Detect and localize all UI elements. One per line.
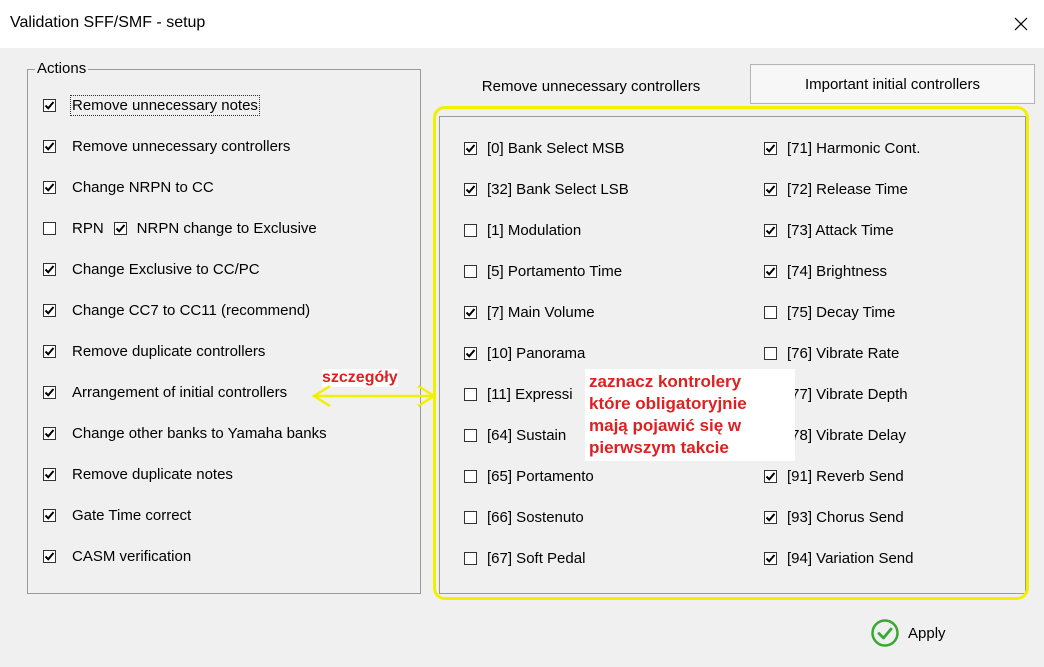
action-label[interactable]: CASM verification [72, 548, 191, 565]
apply-button[interactable]: Apply [870, 618, 946, 648]
action-checkbox[interactable] [43, 139, 56, 153]
checkmark-icon [44, 100, 55, 110]
action-option[interactable]: CASM verification [43, 545, 191, 567]
tab-label: Remove unnecessary controllers [481, 77, 701, 95]
action-label[interactable]: NRPN change to Exclusive [137, 220, 317, 237]
apply-label: Apply [908, 624, 946, 642]
checkmark-icon [44, 305, 55, 315]
action-checkbox[interactable] [43, 385, 56, 399]
action-checkbox[interactable] [43, 303, 56, 317]
action-option[interactable]: Remove duplicate notes [43, 463, 233, 485]
action-checkbox[interactable] [43, 467, 56, 481]
tab-label: Important initial controllers [804, 75, 981, 93]
checkmark-icon [44, 510, 55, 520]
action-option[interactable]: Change other banks to Yamaha banks [43, 422, 327, 444]
action-option[interactable]: RPN NRPN change to Exclusive [43, 217, 317, 239]
checkmark-icon [44, 551, 55, 561]
yellow-highlight-annotation [433, 106, 1029, 600]
actions-legend: Actions [35, 60, 89, 77]
window-title: Validation SFF/SMF - setup [10, 14, 206, 31]
checkmark-icon [44, 428, 55, 438]
action-checkbox[interactable] [43, 549, 56, 563]
note-line: zaznacz kontrolery [589, 372, 742, 391]
tab-remove-unnecessary-controllers[interactable]: Remove unnecessary controllers [432, 64, 750, 108]
action-label[interactable]: Gate Time correct [72, 507, 191, 524]
title-bar: Validation SFF/SMF - setup [0, 0, 1044, 48]
checkmark-icon [44, 469, 55, 479]
note-line: pierwszym takcie [589, 438, 729, 457]
action-option[interactable]: Remove duplicate controllers [43, 340, 265, 362]
checkmark-icon [44, 346, 55, 356]
checkmark-circle-icon [871, 619, 899, 647]
action-option[interactable]: Change Exclusive to CC/PC [43, 258, 260, 280]
double-arrow-annotation [311, 384, 437, 408]
checkmark-icon [44, 141, 55, 151]
action-option[interactable]: Remove unnecessary controllers [43, 135, 290, 157]
note-line: mają pojawić się w [589, 416, 742, 435]
action-checkbox[interactable] [43, 508, 56, 522]
action-checkbox[interactable] [43, 221, 56, 235]
action-option[interactable]: Change CC7 to CC11 (recommend) [43, 299, 310, 321]
action-option[interactable]: Gate Time correct [43, 504, 191, 526]
action-label[interactable]: RPN [72, 220, 104, 237]
checkmark-icon [115, 223, 125, 233]
checkmark-icon [44, 182, 55, 192]
action-checkbox[interactable] [113, 221, 127, 235]
checkmark-icon [44, 264, 55, 274]
action-label[interactable]: Remove duplicate controllers [72, 343, 265, 360]
action-label[interactable]: Change Exclusive to CC/PC [72, 261, 260, 278]
close-icon [1014, 17, 1028, 31]
action-checkbox[interactable] [43, 426, 56, 440]
action-label[interactable]: Remove unnecessary notes [70, 94, 260, 116]
action-label[interactable]: Change other banks to Yamaha banks [72, 425, 327, 442]
action-label[interactable]: Arrangement of initial controllers [72, 384, 287, 401]
action-checkbox[interactable] [43, 262, 56, 276]
action-checkbox[interactable] [43, 98, 56, 112]
action-checkbox[interactable] [43, 344, 56, 358]
controllers-note-annotation: zaznacz kontrolery które obligatoryjnie … [585, 369, 795, 461]
action-checkbox[interactable] [43, 180, 56, 194]
action-option[interactable]: Change NRPN to CC [43, 176, 214, 198]
close-button[interactable] [998, 0, 1044, 48]
action-label[interactable]: Remove duplicate notes [72, 466, 233, 483]
action-option[interactable]: Arrangement of initial controllers [43, 381, 287, 403]
action-option[interactable]: Remove unnecessary notes [43, 94, 260, 116]
action-label[interactable]: Change NRPN to CC [72, 179, 214, 196]
note-line: które obligatoryjnie [589, 394, 747, 413]
action-label[interactable]: Change CC7 to CC11 (recommend) [72, 302, 310, 319]
tab-important-initial-controllers[interactable]: Important initial controllers [750, 64, 1035, 104]
checkmark-icon [44, 387, 55, 397]
action-label[interactable]: Remove unnecessary controllers [72, 138, 290, 155]
